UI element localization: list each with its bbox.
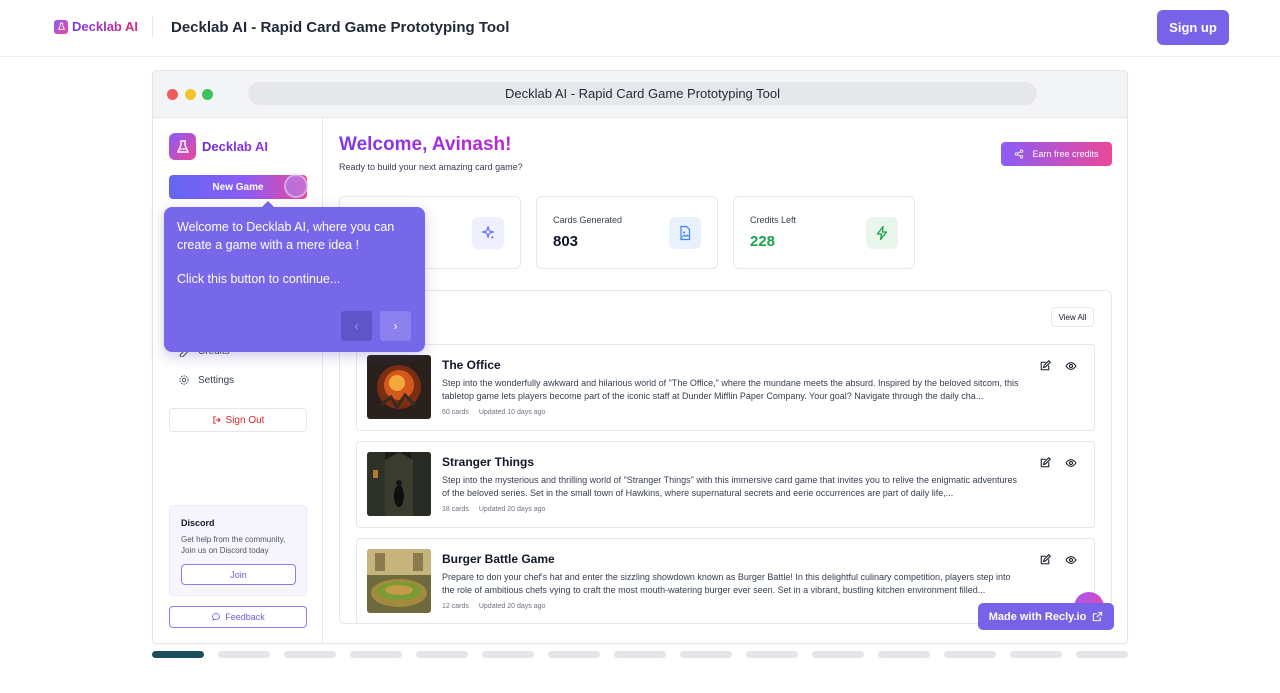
stat-label: Credits Left <box>750 215 797 225</box>
discord-description: Get help from the community, Join us on … <box>181 535 286 555</box>
game-thumbnail <box>367 549 431 613</box>
game-updated: Updated 10 days ago <box>478 409 546 416</box>
game-updated: Updated 20 days ago <box>478 506 546 513</box>
external-link-icon <box>1093 611 1103 622</box>
discord-title: Discord <box>181 518 215 528</box>
site-logo[interactable]: Decklab AI <box>54 19 138 34</box>
join-discord-button[interactable]: Join <box>181 564 296 585</box>
carousel-progress-1[interactable] <box>152 651 204 658</box>
url-bar: Decklab AI - Rapid Card Game Prototyping… <box>248 82 1037 105</box>
window-minimize-dot <box>185 89 196 100</box>
stat-value: 803 <box>553 233 579 250</box>
welcome-subtitle: Ready to build your next amazing card ga… <box>339 162 523 172</box>
flask-icon <box>54 19 68 34</box>
stat-card-cards-generated: Cards Generated 803 <box>536 196 718 269</box>
tour-instruction: Click this button to continue... <box>177 272 341 286</box>
carousel-progress-13[interactable] <box>944 651 996 658</box>
game-description: Prepare to don your chef's hat and enter… <box>442 572 1011 595</box>
carousel-progress-11[interactable] <box>812 651 864 658</box>
view-all-button[interactable]: View All <box>1051 307 1094 327</box>
carousel-progress-7[interactable] <box>548 651 600 658</box>
browser-toolbar: Decklab AI - Rapid Card Game Prototyping… <box>153 71 1127 118</box>
game-description: Step into the wonderfully awkward and hi… <box>442 378 1019 401</box>
carousel-progress-4[interactable] <box>350 651 402 658</box>
site-header: Decklab AI Decklab AI - Rapid Card Game … <box>0 0 1280 57</box>
edit-icon[interactable] <box>1039 553 1051 565</box>
game-card-count: 60 cards <box>442 409 469 416</box>
page-title: Decklab AI - Rapid Card Game Prototyping… <box>171 19 510 36</box>
app-sidebar: Decklab AI New Game Credits Settings Sig… <box>153 118 323 643</box>
eye-icon[interactable] <box>1065 456 1077 468</box>
gear-icon <box>179 375 189 385</box>
carousel-progress-12[interactable] <box>878 651 930 658</box>
site-logo-text: Decklab AI <box>72 19 138 34</box>
chat-bubble-icon <box>212 613 221 621</box>
eye-icon[interactable] <box>1065 359 1077 371</box>
sidebar-item-label: Settings <box>198 374 235 386</box>
tour-text: Welcome to Decklab AI, where you can cre… <box>177 220 395 252</box>
game-updated: Updated 20 days ago <box>478 603 546 610</box>
feedback-label: Feedback <box>225 612 265 622</box>
image-file-icon <box>669 217 701 249</box>
edit-icon[interactable] <box>1039 359 1051 371</box>
game-thumbnail <box>367 452 431 516</box>
app-logo-text: Decklab AI <box>202 139 268 154</box>
earn-credits-button[interactable]: Earn free credits <box>1001 142 1112 166</box>
share-icon <box>1015 149 1024 159</box>
game-thumbnail <box>367 355 431 419</box>
carousel-progress-10[interactable] <box>746 651 798 658</box>
game-title: Burger Battle Game <box>442 552 555 566</box>
carousel-progress-2[interactable] <box>218 651 270 658</box>
signup-button[interactable]: Sign up <box>1157 10 1229 45</box>
welcome-heading: Welcome, Avinash! <box>339 134 512 155</box>
lightning-icon <box>866 217 898 249</box>
carousel-progress-9[interactable] <box>680 651 732 658</box>
window-close-dot <box>167 89 178 100</box>
onboarding-tour-popover: Welcome to Decklab AI, where you can cre… <box>164 207 425 352</box>
sign-out-button[interactable]: Sign Out <box>169 408 307 432</box>
edit-icon[interactable] <box>1039 456 1051 468</box>
carousel-progress-3[interactable] <box>284 651 336 658</box>
game-row[interactable]: The Office Step into the wonderfully awk… <box>356 344 1095 431</box>
carousel-progress-8[interactable] <box>614 651 666 658</box>
chevron-left-icon: ‹ <box>354 319 359 333</box>
main-content: Welcome, Avinash! Ready to build your ne… <box>323 118 1127 643</box>
sparkles-icon <box>472 217 504 249</box>
carousel-progress-14[interactable] <box>1010 651 1062 658</box>
app-logo[interactable]: Decklab AI <box>169 133 268 160</box>
game-meta: 12 cards Updated 20 days ago <box>442 603 545 610</box>
game-row[interactable]: Stranger Things Step into the mysterious… <box>356 441 1095 528</box>
game-title: Stranger Things <box>442 455 535 469</box>
browser-window: Decklab AI - Rapid Card Game Prototyping… <box>152 70 1128 644</box>
stat-card-credits-left: Credits Left 228 <box>733 196 915 269</box>
chevron-right-icon: › <box>393 319 398 333</box>
game-card-count: 12 cards <box>442 603 469 610</box>
stat-label: Cards Generated <box>553 215 623 225</box>
earn-credits-label: Earn free credits <box>1032 149 1099 159</box>
tour-highlight-circle <box>284 174 308 198</box>
header-divider <box>152 16 153 38</box>
stat-value: 228 <box>750 233 776 250</box>
game-meta: 18 cards Updated 20 days ago <box>442 506 545 513</box>
window-maximize-dot <box>202 89 213 100</box>
sign-out-label: Sign Out <box>225 414 265 426</box>
tour-next-button[interactable]: › <box>380 311 411 341</box>
made-with-badge[interactable]: Made with Recly.io <box>978 603 1114 630</box>
made-with-label: Made with Recly.io <box>988 610 1087 623</box>
carousel-progress-5[interactable] <box>416 651 468 658</box>
carousel-progress-15[interactable] <box>1076 651 1128 658</box>
sidebar-item-settings[interactable]: Settings <box>178 374 234 386</box>
game-meta: 60 cards Updated 10 days ago <box>442 409 545 416</box>
flask-icon <box>169 133 196 160</box>
recent-games-panel: View All The Office Step into the wonder… <box>339 290 1112 624</box>
discord-card: Discord Get help from the community, Joi… <box>169 505 307 596</box>
game-description: Step into the mysterious and thrilling w… <box>442 475 1017 498</box>
tour-prev-button[interactable]: ‹ <box>341 311 372 341</box>
feedback-button[interactable]: Feedback <box>169 606 307 628</box>
game-card-count: 18 cards <box>442 506 469 513</box>
game-title: The Office <box>442 358 501 372</box>
carousel-progress-6[interactable] <box>482 651 534 658</box>
sign-out-icon <box>212 416 221 424</box>
eye-icon[interactable] <box>1065 553 1077 565</box>
